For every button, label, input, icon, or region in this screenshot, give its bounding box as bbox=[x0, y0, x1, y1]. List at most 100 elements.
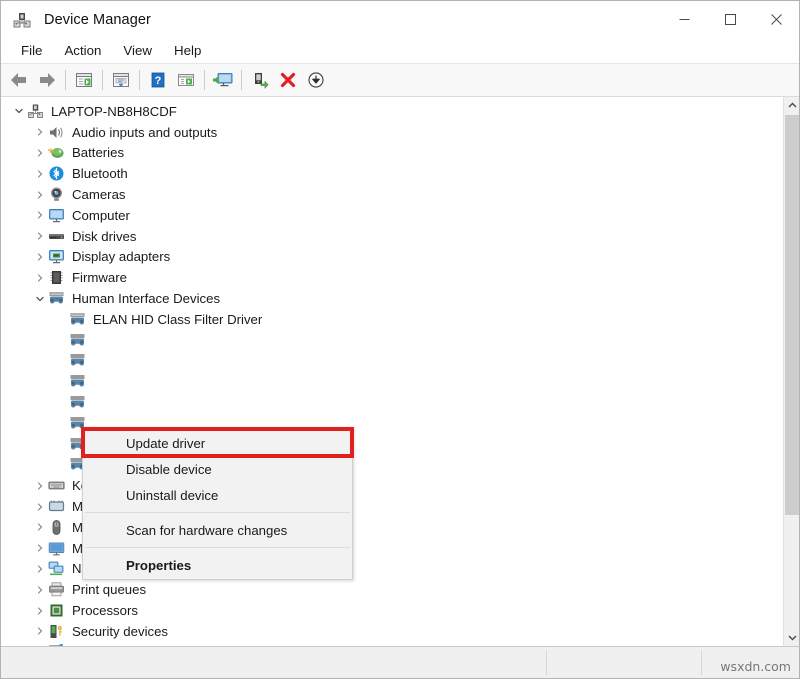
chevron-right-icon[interactable] bbox=[32, 166, 48, 182]
chevron-right-icon[interactable] bbox=[32, 540, 48, 556]
scroll-up-button[interactable] bbox=[784, 97, 799, 114]
display-adapter-icon bbox=[48, 248, 65, 265]
chevron-right-icon[interactable] bbox=[32, 561, 48, 577]
hid-device-icon bbox=[69, 373, 86, 390]
menu-item-properties[interactable]: Properties bbox=[83, 552, 352, 578]
vertical-scrollbar[interactable] bbox=[783, 97, 799, 646]
svg-text:?: ? bbox=[155, 75, 162, 87]
tree-label: Audio inputs and outputs bbox=[72, 125, 217, 140]
chevron-right-icon[interactable] bbox=[32, 270, 48, 286]
forward-button[interactable] bbox=[33, 67, 61, 93]
memory-icon bbox=[48, 498, 65, 515]
tree-label: Batteries bbox=[72, 145, 124, 160]
monitor-icon bbox=[48, 207, 65, 224]
tree-row-firmware[interactable]: Firmware bbox=[1, 267, 783, 288]
watermark: wsxdn.com bbox=[720, 659, 791, 674]
menu-item-uninstall-device[interactable]: Uninstall device bbox=[83, 482, 352, 508]
maximize-button[interactable] bbox=[707, 1, 753, 38]
menu-item-scan-for-hardware-changes[interactable]: Scan for hardware changes bbox=[83, 517, 352, 543]
tree-row-root[interactable]: LAPTOP-NB8H8CDF bbox=[1, 101, 783, 122]
processor-icon bbox=[48, 602, 65, 619]
disable-device-button[interactable] bbox=[302, 67, 330, 93]
security-device-icon bbox=[48, 623, 65, 640]
chevron-right-icon[interactable] bbox=[32, 207, 48, 223]
tree-row-processors[interactable]: Processors bbox=[1, 600, 783, 621]
show-hidden-devices-button[interactable] bbox=[172, 67, 200, 93]
disk-drive-icon bbox=[48, 228, 65, 245]
chevron-right-icon[interactable] bbox=[32, 249, 48, 265]
tree-row-print-queues[interactable]: Print queues bbox=[1, 579, 783, 600]
back-button[interactable] bbox=[5, 67, 33, 93]
help-button[interactable]: ? bbox=[144, 67, 172, 93]
tree-row-computer[interactable]: Computer bbox=[1, 205, 783, 226]
window-controls bbox=[661, 1, 799, 38]
tree-row-elan-hid-class-filter-driver[interactable]: ELAN HID Class Filter Driver bbox=[1, 309, 783, 330]
title-bar: Device Manager bbox=[1, 1, 799, 38]
chevron-right-icon[interactable] bbox=[32, 644, 48, 646]
hid-device-icon bbox=[69, 352, 86, 369]
tree-row-bluetooth[interactable]: Bluetooth bbox=[1, 163, 783, 184]
menu-help[interactable]: Help bbox=[163, 41, 212, 61]
tree-label: Display adapters bbox=[72, 249, 170, 264]
update-driver-button[interactable] bbox=[246, 67, 274, 93]
chevron-down-icon[interactable] bbox=[32, 291, 48, 307]
window-title: Device Manager bbox=[44, 12, 151, 28]
tree-row-hid-device[interactable] bbox=[1, 330, 783, 351]
tree-label: Cameras bbox=[72, 187, 126, 202]
tree-row-hid-device[interactable] bbox=[1, 392, 783, 413]
menu-item-disable-device[interactable]: Disable device bbox=[83, 456, 352, 482]
chevron-right-icon[interactable] bbox=[32, 623, 48, 639]
chevron-right-icon[interactable] bbox=[32, 228, 48, 244]
camera-icon bbox=[48, 186, 65, 203]
close-button[interactable] bbox=[753, 1, 799, 38]
toolbar: ? bbox=[1, 64, 799, 97]
tree-row-hid-device[interactable] bbox=[1, 371, 783, 392]
chevron-right-icon[interactable] bbox=[32, 187, 48, 203]
context-menu[interactable]: Update driver Disable device Uninstall d… bbox=[82, 427, 353, 580]
scrollbar-thumb[interactable] bbox=[785, 115, 799, 515]
firmware-chip-icon bbox=[48, 269, 65, 286]
printer-icon bbox=[48, 581, 65, 598]
chevron-right-icon[interactable] bbox=[32, 603, 48, 619]
tree-row-hid-device[interactable] bbox=[1, 351, 783, 372]
minimize-button[interactable] bbox=[661, 1, 707, 38]
tree-label: LAPTOP-NB8H8CDF bbox=[51, 104, 177, 119]
scroll-down-button[interactable] bbox=[784, 629, 799, 646]
properties-button[interactable] bbox=[107, 67, 135, 93]
chevron-right-icon[interactable] bbox=[32, 582, 48, 598]
tree-label: Print queues bbox=[72, 582, 146, 597]
status-divider bbox=[546, 650, 547, 675]
tree-row-security-devices[interactable]: Security devices bbox=[1, 621, 783, 642]
tree-label: Security devices bbox=[72, 624, 168, 639]
tree-row-cameras[interactable]: Cameras bbox=[1, 184, 783, 205]
device-manager-icon bbox=[12, 10, 32, 30]
tree-row-batteries[interactable]: Batteries bbox=[1, 143, 783, 164]
menu-file[interactable]: File bbox=[10, 41, 53, 61]
chevron-right-icon[interactable] bbox=[32, 145, 48, 161]
chevron-right-icon[interactable] bbox=[32, 478, 48, 494]
tree-row-partial[interactable] bbox=[1, 642, 783, 646]
uninstall-device-button[interactable] bbox=[274, 67, 302, 93]
chevron-down-icon[interactable] bbox=[11, 103, 27, 119]
storage-controller-icon bbox=[48, 644, 65, 646]
chevron-right-icon[interactable] bbox=[32, 499, 48, 515]
battery-icon bbox=[48, 144, 65, 161]
scan-hardware-changes-button[interactable] bbox=[209, 67, 237, 93]
status-divider bbox=[701, 650, 702, 675]
hid-device-icon bbox=[69, 332, 86, 349]
menu-item-update-driver[interactable]: Update driver bbox=[83, 430, 352, 456]
console-tree-button[interactable] bbox=[70, 67, 98, 93]
toolbar-separator bbox=[241, 70, 242, 90]
chevron-right-icon[interactable] bbox=[32, 519, 48, 535]
menu-view[interactable]: View bbox=[112, 41, 163, 61]
tree-row-display-adapters[interactable]: Display adapters bbox=[1, 247, 783, 268]
tree-row-disk-drives[interactable]: Disk drives bbox=[1, 226, 783, 247]
network-adapter-icon bbox=[48, 560, 65, 577]
tree-row-human-interface-devices[interactable]: Human Interface Devices bbox=[1, 288, 783, 309]
menu-action[interactable]: Action bbox=[53, 41, 112, 61]
tree-label: Processors bbox=[72, 603, 138, 618]
chevron-right-icon[interactable] bbox=[32, 124, 48, 140]
tree-row-audio[interactable]: Audio inputs and outputs bbox=[1, 122, 783, 143]
keyboard-icon bbox=[48, 477, 65, 494]
speaker-icon bbox=[48, 124, 65, 141]
